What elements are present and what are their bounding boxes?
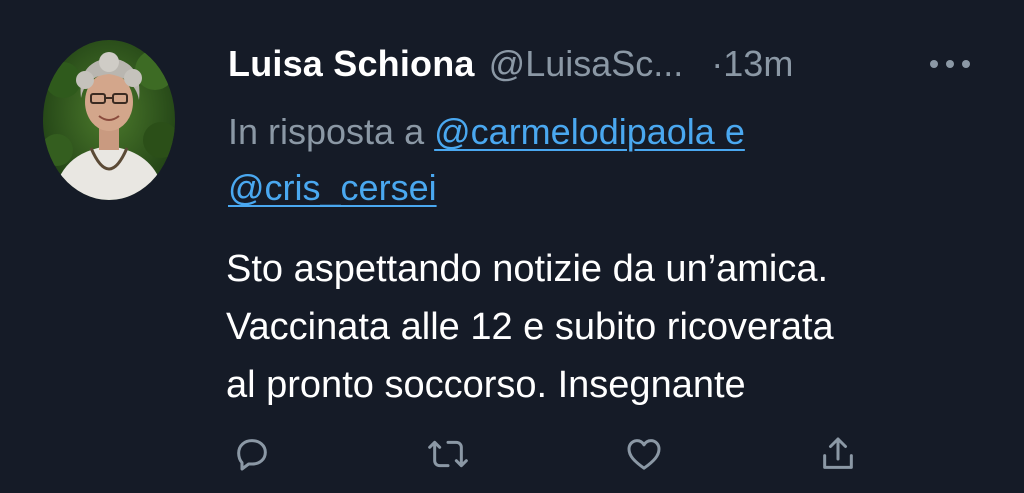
tweet-text: Sto aspettando notizie da un’amica. Vacc… — [226, 240, 1006, 414]
timestamp[interactable]: ·13m — [711, 40, 793, 88]
retweet-button[interactable] — [424, 430, 472, 478]
retweet-icon — [428, 440, 468, 468]
author-name[interactable]: Luisa Schiona — [228, 40, 475, 88]
reply-icon — [237, 439, 267, 471]
share-button[interactable] — [814, 430, 862, 478]
tweet-actions — [0, 430, 1024, 486]
more-dot — [930, 60, 938, 68]
tweet-header: Luisa Schiona @LuisaSc... ·13m — [228, 40, 793, 88]
mention-link[interactable]: @carmelodipaola e — [434, 111, 745, 152]
more-dot — [946, 60, 954, 68]
avatar[interactable] — [43, 40, 175, 200]
tweet[interactable]: Luisa Schiona @LuisaSc... ·13m In rispos… — [0, 0, 1024, 493]
reply-button[interactable] — [228, 430, 276, 478]
mention-link[interactable]: @cris_cersei — [228, 167, 437, 208]
reply-context: In risposta a @carmelodipaola e @cris_ce… — [228, 104, 928, 216]
more-dot — [962, 60, 970, 68]
tweet-text-line: al pronto soccorso. Insegnante — [226, 364, 746, 406]
tweet-text-line: Vaccinata alle 12 e subito ricoverata — [226, 306, 834, 348]
author-handle[interactable]: @LuisaSc... — [489, 40, 684, 88]
reply-prefix: In risposta a — [228, 111, 425, 152]
tweet-text-line: Sto aspettando notizie da un’amica. — [226, 248, 829, 290]
like-button[interactable] — [620, 430, 668, 478]
heart-icon — [627, 439, 661, 470]
more-options-button[interactable] — [930, 50, 970, 78]
share-icon — [823, 437, 853, 469]
